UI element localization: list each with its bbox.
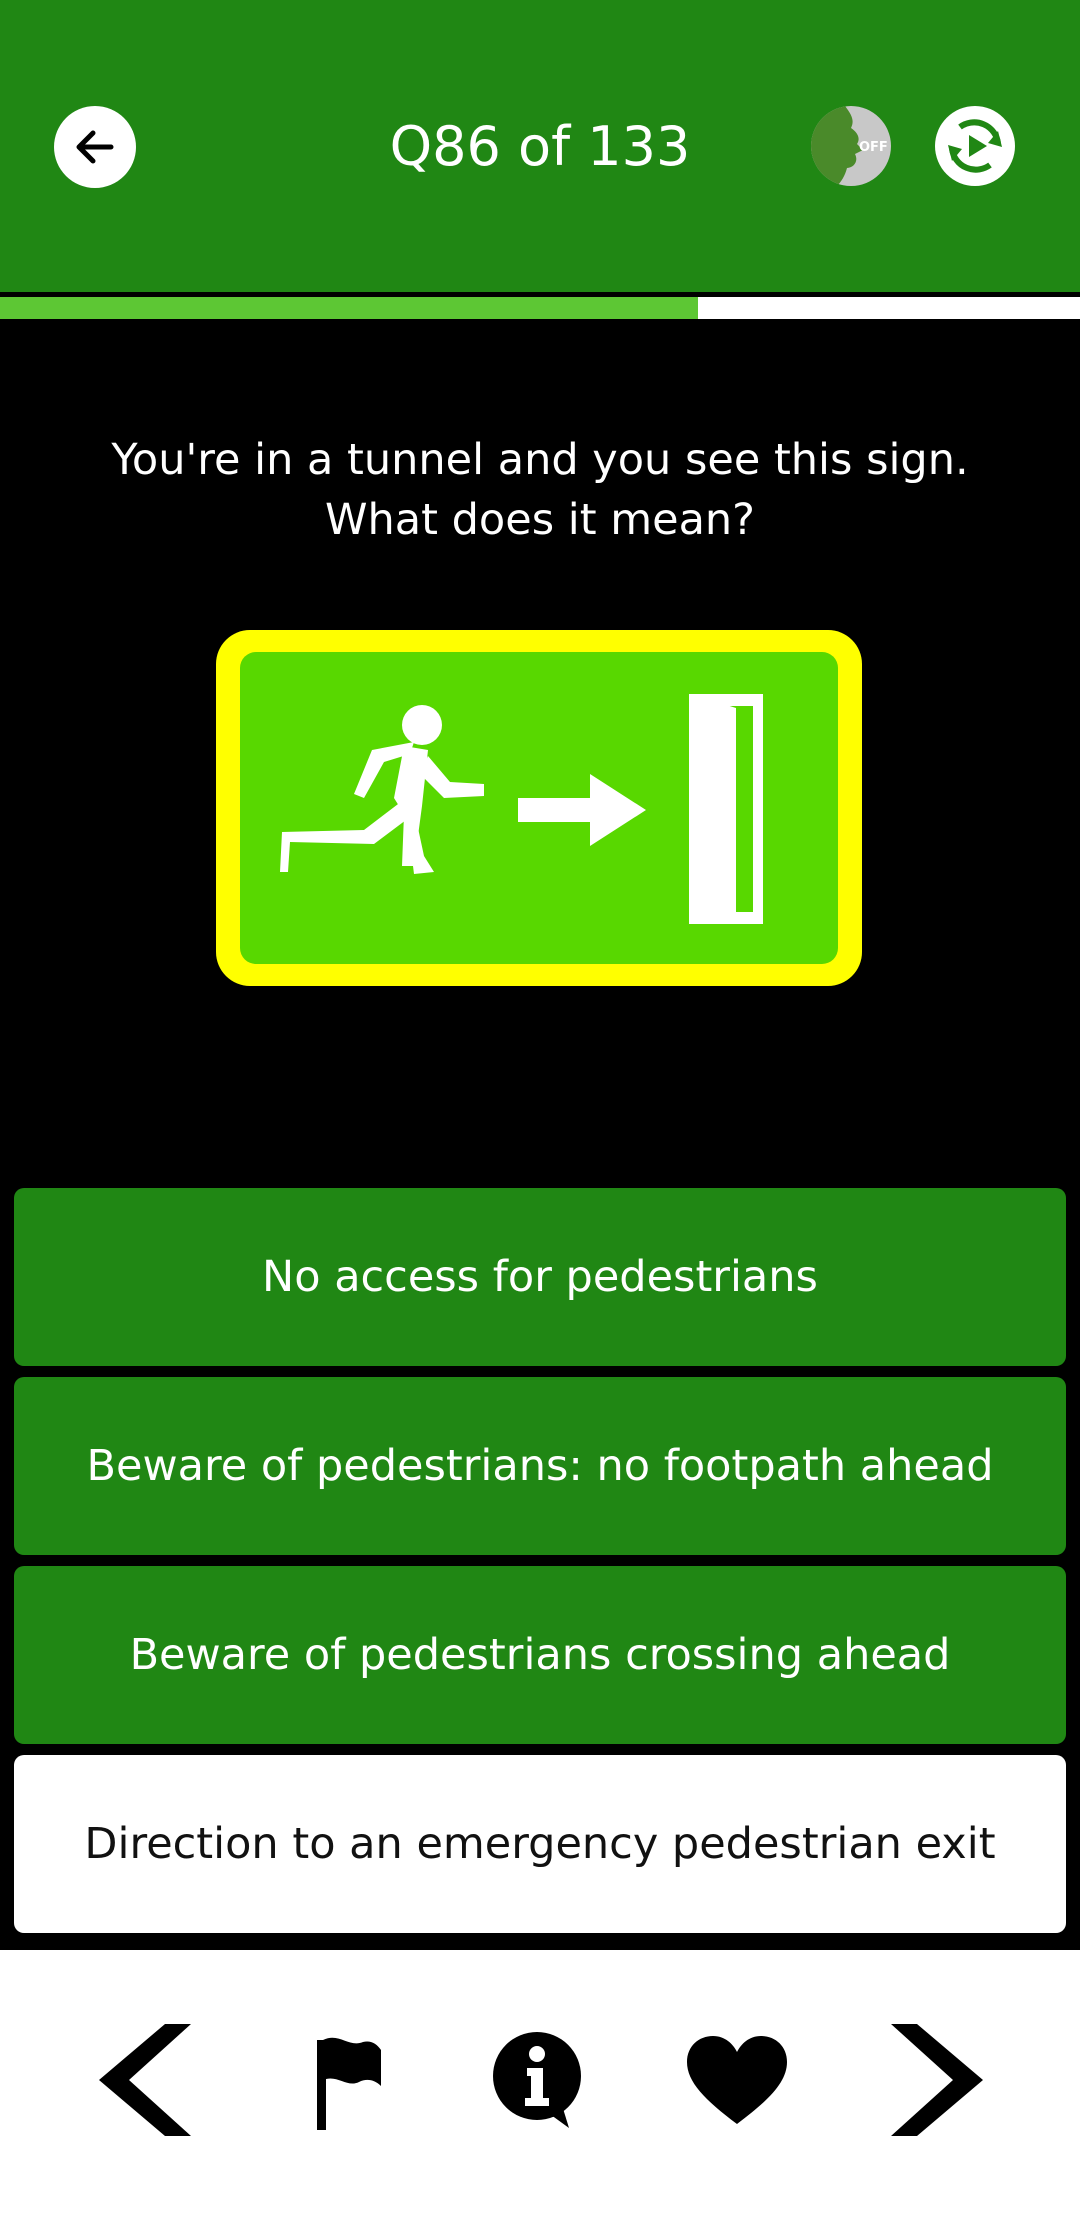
answer-option-selected[interactable]: Direction to an emergency pedestrian exi… (14, 1755, 1066, 1933)
favorite-button[interactable] (682, 2018, 792, 2142)
info-bubble-icon (493, 2032, 581, 2128)
progress-bar (0, 292, 1080, 326)
heart-icon (687, 2036, 787, 2124)
info-button[interactable] (484, 2018, 594, 2142)
voice-off-label: OFF (859, 140, 888, 155)
answer-label: Beware of pedestrians: no footpath ahead (86, 1441, 994, 1491)
answer-option[interactable]: Beware of pedestrians crossing ahead (14, 1566, 1066, 1744)
replay-button[interactable] (935, 106, 1015, 186)
answer-option[interactable]: Beware of pedestrians: no footpath ahead (14, 1377, 1066, 1555)
top-bar: Q86 of 133 OFF (0, 0, 1080, 292)
chevron-right-icon (891, 2024, 983, 2136)
question-line-2: What does it mean? (324, 495, 756, 545)
question-text: You're in a tunnel and you see this sign… (60, 430, 1020, 550)
progress-track (0, 297, 1080, 319)
chevron-left-icon (99, 2024, 191, 2136)
progress-fill (0, 297, 699, 319)
next-question-button[interactable] (882, 2018, 992, 2142)
flag-question-button[interactable] (290, 2018, 400, 2142)
emergency-exit-sign-image (216, 630, 862, 986)
answer-label: Direction to an emergency pedestrian exi… (84, 1819, 996, 1869)
answer-label: Beware of pedestrians crossing ahead (129, 1630, 951, 1680)
answer-label: No access for pedestrians (262, 1252, 818, 1302)
speaking-head-icon: OFF (811, 106, 888, 186)
question-line-1: You're in a tunnel and you see this sign… (111, 435, 969, 485)
flag-icon (317, 2037, 381, 2130)
replay-icon (948, 119, 1002, 173)
answer-option[interactable]: No access for pedestrians (14, 1188, 1066, 1366)
previous-question-button[interactable] (90, 2018, 200, 2142)
exit-door-icon (689, 694, 763, 924)
voice-toggle-button[interactable]: OFF (811, 106, 891, 186)
question-counter: Q86 of 133 (389, 115, 691, 178)
